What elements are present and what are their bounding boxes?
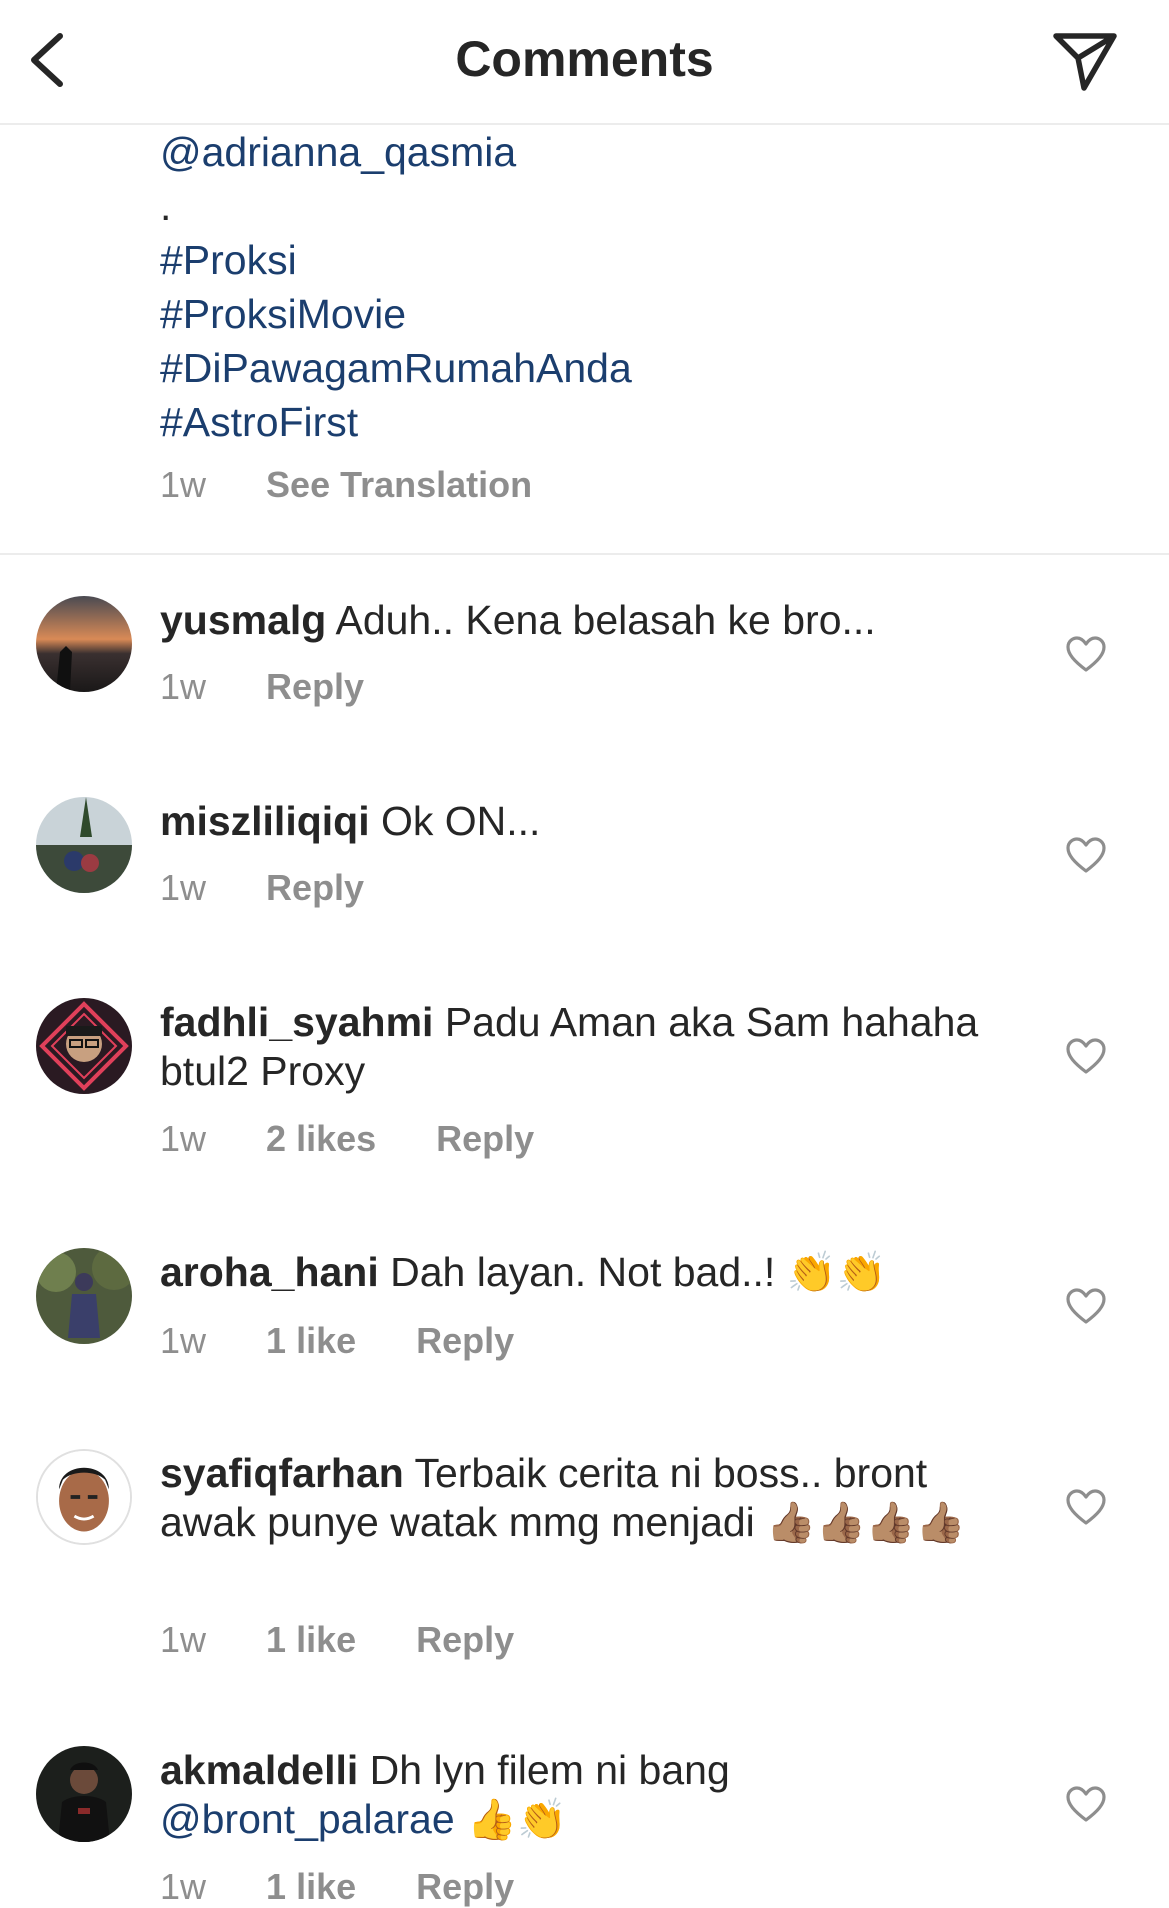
- comment-username[interactable]: aroha_hani: [160, 1249, 379, 1295]
- comment-username[interactable]: miszliliqiqi: [160, 798, 370, 844]
- comment-meta: 1w 2 likes Reply: [160, 1118, 584, 1160]
- section-divider: [0, 553, 1169, 555]
- caption-separator: .: [160, 183, 172, 229]
- likes-count[interactable]: 1 like: [266, 1619, 356, 1661]
- page-title: Comments: [455, 31, 714, 87]
- caption-hashtag-link[interactable]: #ProksiMovie: [160, 287, 632, 341]
- comment-meta: 1w 1 like Reply: [160, 1619, 564, 1661]
- comment-username[interactable]: fadhli_syahmi: [160, 999, 433, 1045]
- reply-button[interactable]: Reply: [266, 867, 364, 909]
- comment-timestamp: 1w: [160, 1320, 207, 1361]
- comment-text: akmaldelli Dh lyn filem ni bang @bront_p…: [160, 1746, 1020, 1845]
- comment-mention-link[interactable]: @bront_palarae: [160, 1796, 455, 1842]
- caption-hashtag-link[interactable]: #AstroFirst: [160, 395, 632, 449]
- caption-hashtag-link[interactable]: #Proksi: [160, 233, 632, 287]
- reply-button[interactable]: Reply: [416, 1866, 514, 1908]
- see-translation-button[interactable]: See Translation: [266, 464, 532, 506]
- comment-meta: 1w Reply: [160, 867, 414, 909]
- caption-meta: 1w See Translation: [160, 464, 582, 506]
- caption-timestamp: 1w: [160, 464, 207, 505]
- comment-body: Aduh.. Kena belasah ke bro...: [326, 597, 876, 643]
- comment-timestamp: 1w: [160, 1118, 207, 1159]
- reply-button[interactable]: Reply: [416, 1320, 514, 1362]
- reply-button[interactable]: Reply: [436, 1118, 534, 1160]
- comment-username[interactable]: yusmalg: [160, 597, 326, 643]
- heart-icon[interactable]: [1064, 634, 1108, 674]
- reply-button[interactable]: Reply: [416, 1619, 514, 1661]
- comment-body: Dh lyn filem ni bang: [358, 1747, 730, 1793]
- comment-timestamp: 1w: [160, 1866, 207, 1907]
- reply-button[interactable]: Reply: [266, 666, 364, 708]
- likes-count[interactable]: 1 like: [266, 1866, 356, 1908]
- caption-hashtag-link[interactable]: #DiPawagamRumahAnda: [160, 341, 632, 395]
- avatar[interactable]: [36, 596, 132, 692]
- comment-text: miszliliqiqi Ok ON...: [160, 797, 1020, 846]
- comment-timestamp: 1w: [160, 1619, 207, 1660]
- caption-mention-link[interactable]: @adrianna_qasmia: [160, 125, 632, 179]
- heart-icon[interactable]: [1064, 1036, 1108, 1076]
- comment-username[interactable]: syafiqfarhan: [160, 1450, 404, 1496]
- top-bar: Comments: [0, 0, 1169, 125]
- likes-count[interactable]: 1 like: [266, 1320, 356, 1362]
- avatar[interactable]: [36, 998, 132, 1094]
- comment-text: yusmalg Aduh.. Kena belasah ke bro...: [160, 596, 1020, 645]
- comment-meta: 1w 1 like Reply: [160, 1320, 564, 1362]
- clapping-hands-emoji: 👏👏: [786, 1250, 887, 1296]
- comment-meta: 1w 1 like Reply: [160, 1866, 564, 1908]
- likes-count[interactable]: 2 likes: [266, 1118, 376, 1160]
- comment-timestamp: 1w: [160, 666, 207, 707]
- post-caption: @adrianna_qasmia . #Proksi #ProksiMovie …: [160, 125, 632, 449]
- heart-icon[interactable]: [1064, 1286, 1108, 1326]
- comment-body: Dah layan. Not bad..!: [378, 1249, 787, 1295]
- comment-text: fadhli_syahmi Padu Aman aka Sam hahaha b…: [160, 998, 1020, 1096]
- comment-timestamp: 1w: [160, 867, 207, 908]
- avatar[interactable]: [36, 1746, 132, 1842]
- send-icon[interactable]: [1050, 28, 1120, 92]
- heart-icon[interactable]: [1064, 1784, 1108, 1824]
- heart-icon[interactable]: [1064, 1487, 1108, 1527]
- avatar[interactable]: [36, 1248, 132, 1344]
- comment-username[interactable]: akmaldelli: [160, 1747, 358, 1793]
- thumbs-up-emoji: 👍🏽👍🏽👍🏽👍🏽: [766, 1500, 966, 1546]
- avatar[interactable]: [36, 797, 132, 893]
- comment-body: Ok ON...: [369, 798, 541, 844]
- comment-text: aroha_hani Dah layan. Not bad..! 👏👏: [160, 1248, 1020, 1298]
- comment-text: syafiqfarhan Terbaik cerita ni boss.. br…: [160, 1449, 1020, 1548]
- comment-meta: 1w Reply: [160, 666, 414, 708]
- heart-icon[interactable]: [1064, 835, 1108, 875]
- thumbs-up-clap-emoji: 👍👏: [454, 1797, 567, 1843]
- avatar[interactable]: [36, 1449, 132, 1545]
